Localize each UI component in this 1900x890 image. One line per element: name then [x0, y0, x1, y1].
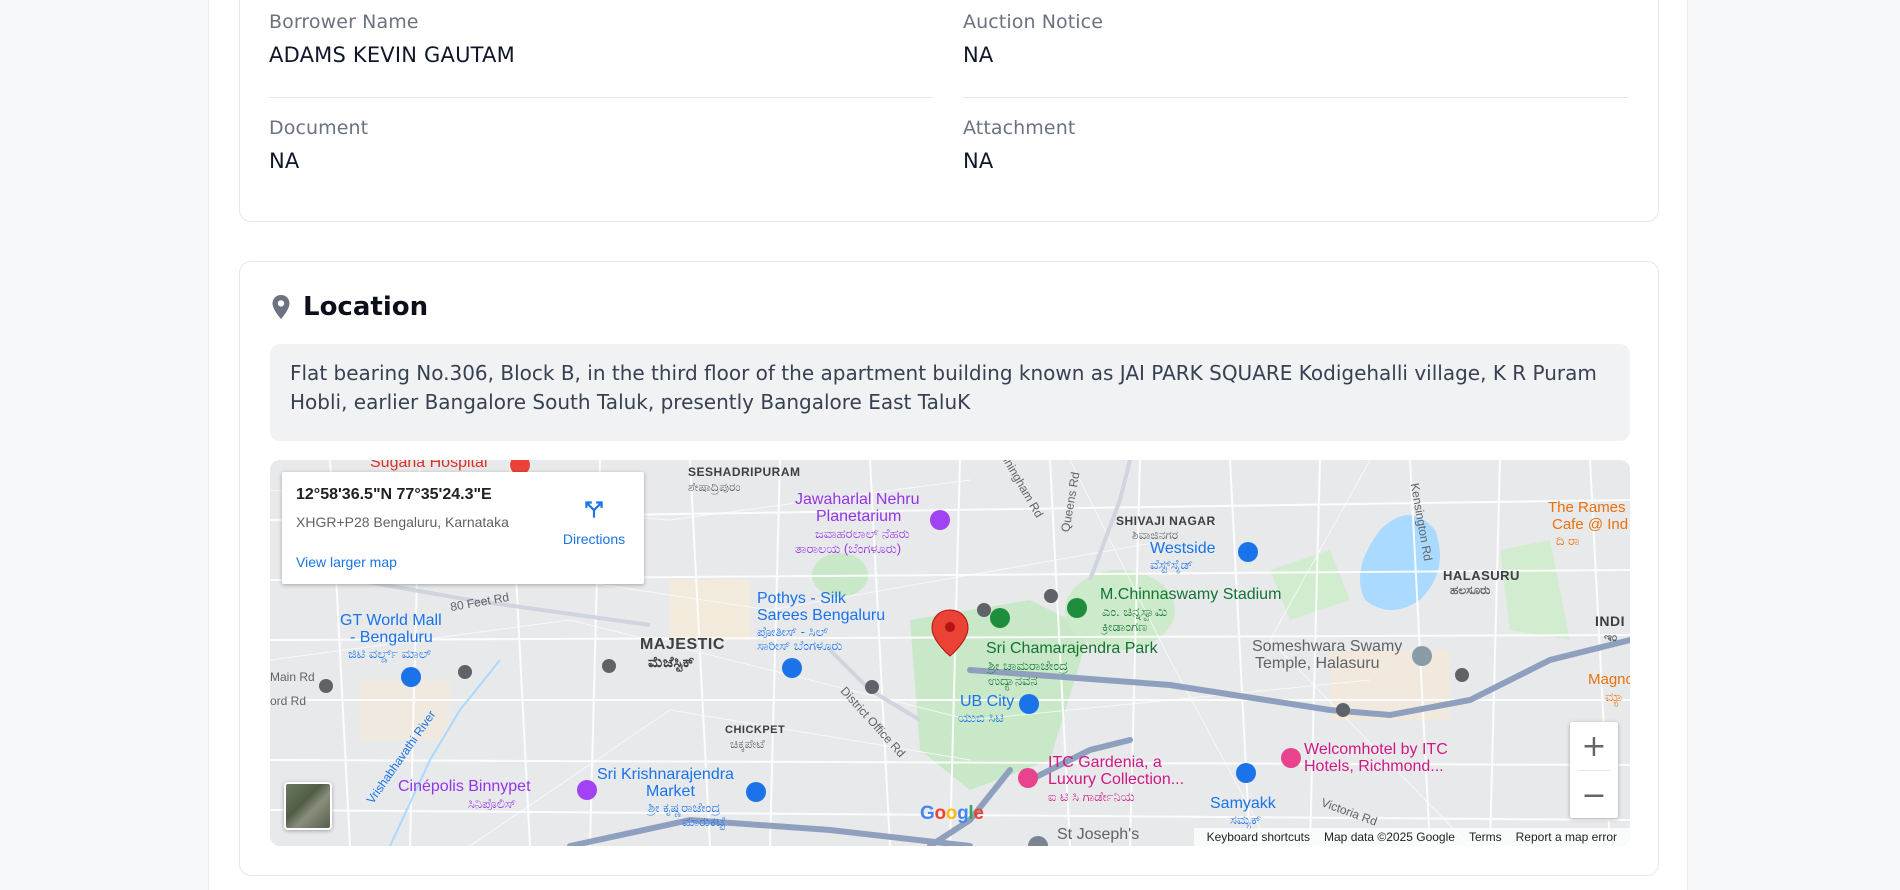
field-label: Borrower Name: [269, 11, 419, 33]
map-label: Luxury Collection...: [1048, 771, 1185, 788]
map-data-text: Map data ©2025 Google: [1324, 830, 1455, 844]
directions-button[interactable]: Directions: [552, 496, 636, 547]
map-label: Cafe @ Ind: [1552, 516, 1629, 533]
map-label: ಉದ್ಯಾನವನ: [988, 673, 1038, 688]
map-label: ಚಿಕ್ಕಪೇಟೆ: [730, 737, 765, 751]
field-value: ADAMS KEVIN GAUTAM: [269, 43, 515, 67]
field-label: Document: [269, 117, 369, 139]
field-label: Auction Notice: [963, 11, 1104, 33]
field-value: NA: [963, 43, 994, 67]
map-label: Hotels, Richmond...: [1304, 758, 1444, 775]
google-logo: Google: [920, 803, 984, 824]
directions-label: Directions: [562, 531, 626, 547]
map-label: Sarees Bengaluru: [757, 607, 886, 624]
document-field: Document NA: [269, 117, 934, 173]
location-card: Location Flat bearing No.306, Block B, i…: [239, 261, 1659, 876]
map-label: Market: [646, 783, 695, 800]
map-label: HALASURU: [1443, 568, 1520, 583]
road-label: ord Rd: [270, 694, 307, 708]
coordinates-text: 12°58'36.5"N 77°35'24.3"E: [296, 486, 492, 503]
attachment-field: Attachment NA: [963, 117, 1628, 173]
map-label: ಸಿನಿಪೊಲಿಸ್: [468, 796, 517, 811]
map-footer: Keyboard shortcuts Map data ©2025 Google…: [1193, 828, 1630, 846]
map-label: SHIVAJI NAGAR: [1116, 514, 1216, 528]
map-label: ITC Gardenia, a: [1048, 754, 1162, 771]
map-label: ಸಾರೀಸ್ ಬೆಂಗಳೂರು: [757, 638, 843, 653]
map-label: Temple, Halasuru: [1255, 655, 1380, 672]
map-label: ಇಂ: [1604, 630, 1618, 644]
location-header: Location: [271, 292, 428, 322]
map-label: Sugana Hospital: [370, 460, 488, 471]
map-label: ಜಿಟಿ ವರ್ಲ್ಡ್ ಮಾಲ್: [348, 646, 432, 661]
plus-code-text: XHGR+P28 Bengaluru, Karnataka: [296, 514, 509, 530]
address-text: Flat bearing No.306, Block B, in the thi…: [270, 344, 1630, 441]
map-label: CHICKPET: [725, 724, 786, 736]
map-label: UB City: [960, 693, 1015, 710]
map-label: SESHADRIPURAM: [688, 465, 801, 479]
map-label: INDI: [1595, 613, 1625, 629]
road-label: Main Rd: [270, 670, 315, 684]
zoom-in-button[interactable]: +: [1570, 722, 1618, 770]
field-value: NA: [963, 149, 994, 173]
map-label: GT World Mall: [340, 612, 442, 629]
map-label: ಐ ಟಿ ಸಿ ಗಾರ್ಡೇನಿಯ: [1048, 789, 1135, 804]
map-label: ವೆಸ್ಟ್‌ಸೈಡ್: [1150, 557, 1194, 572]
keyboard-shortcuts-link[interactable]: Keyboard shortcuts: [1207, 830, 1310, 844]
map-label: Planetarium: [816, 508, 902, 525]
map-label: The Rames: [1548, 499, 1626, 516]
map-label: ಸಮ್ಯಕ್: [1230, 812, 1262, 827]
map-label: ಶೇಷಾದ್ರಿಪುರಂ: [688, 480, 741, 494]
satellite-toggle-button[interactable]: [284, 782, 332, 830]
map-label: Sri Krishnarajendra: [597, 766, 734, 783]
map-label: Samyakk: [1210, 795, 1276, 812]
map-label: - Bengaluru: [350, 629, 433, 646]
map-label: ಮಾರುಕಟ್ಟೆ: [682, 814, 726, 829]
map-label: MAJESTIC: [640, 636, 725, 653]
map-label: Someshwara Swamy: [1252, 638, 1403, 655]
map-label: M.Chinnaswamy Stadium: [1100, 586, 1282, 603]
map-label: ಮ್ಯಾ: [1605, 689, 1624, 704]
map-label: Pothys - Silk: [757, 590, 846, 607]
field-value: NA: [269, 149, 300, 173]
map-label: St Joseph's: [1057, 826, 1140, 843]
report-map-error-link[interactable]: Report a map error: [1516, 830, 1617, 844]
map-label: ಮೆಜೆಸ್ಟಿಕ್: [648, 654, 695, 671]
zoom-controls: + −: [1570, 722, 1618, 818]
map-label: ಕ್ರೀಡಾಂಗಣ: [1102, 619, 1148, 634]
embedded-map[interactable]: SESHADRIPURAM ಶೇಷಾದ್ರಿಪುರಂ Jawaharlal Ne…: [270, 460, 1630, 846]
map-label: Jawaharlal Nehru: [795, 491, 920, 508]
map-label: ಯುಬಿ ಸಿಟಿ: [958, 710, 1004, 725]
section-title: Location: [303, 292, 429, 322]
map-label: Westside: [1150, 540, 1216, 557]
field-label: Attachment: [963, 117, 1076, 139]
map-label: Welcomhotel by ITC: [1304, 741, 1448, 758]
map-label: Magnoli: [1588, 671, 1630, 688]
borrower-name-field: Borrower Name ADAMS KEVIN GAUTAM: [269, 11, 934, 98]
map-info-card: 12°58'36.5"N 77°35'24.3"E XHGR+P28 Benga…: [282, 472, 644, 584]
map-pin-icon: [272, 295, 290, 319]
map-label: Sri Chamarajendra Park: [986, 640, 1158, 657]
map-label: ಹಲಸೂರು: [1450, 583, 1491, 597]
auction-notice-field: Auction Notice NA: [963, 11, 1628, 98]
directions-icon: [585, 501, 603, 518]
map-label: ದಿ ರಾ: [1556, 533, 1580, 548]
map-label: ತಾರಾಲಯ (ಬೆಂಗಳೂರು): [795, 541, 902, 556]
map-label: Cinépolis Binnypet: [398, 778, 531, 795]
view-larger-map-link[interactable]: View larger map: [296, 554, 397, 570]
property-details-card: Borrower Name ADAMS KEVIN GAUTAM Auction…: [239, 0, 1659, 222]
terms-link[interactable]: Terms: [1469, 830, 1502, 844]
zoom-out-button[interactable]: −: [1570, 771, 1618, 819]
